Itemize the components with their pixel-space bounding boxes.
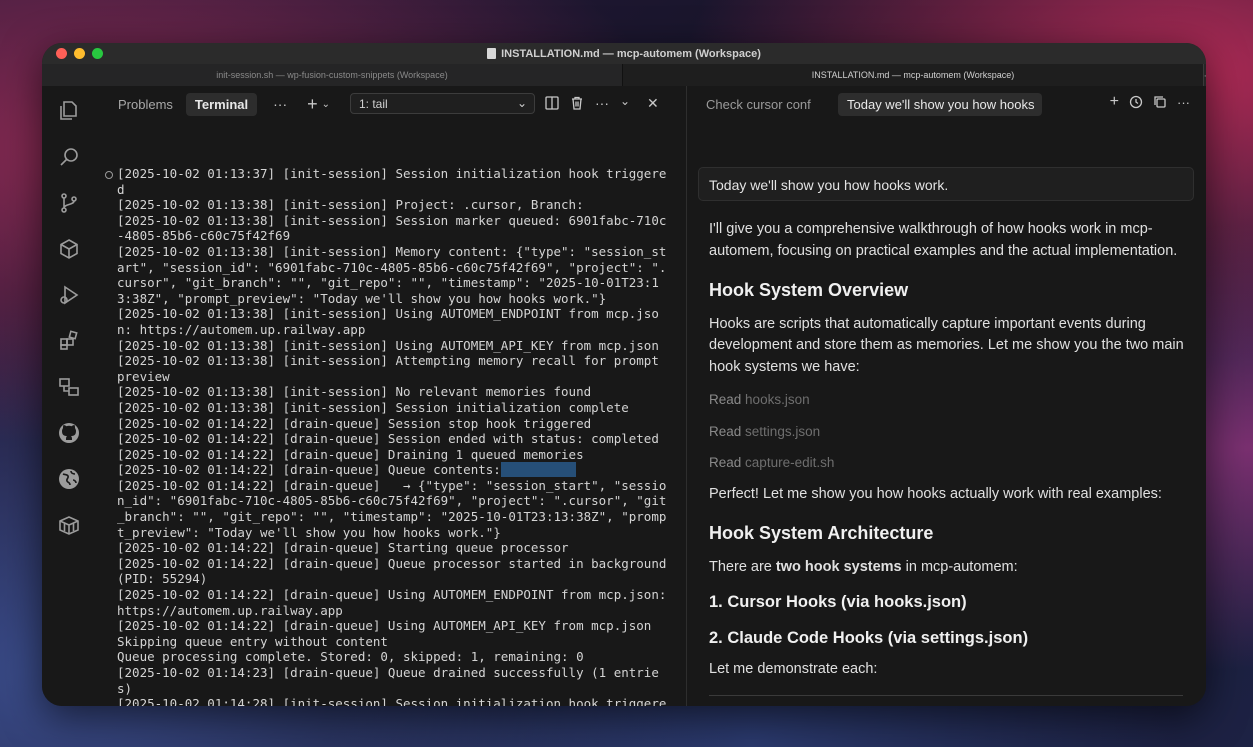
close-window-button[interactable] xyxy=(56,48,67,59)
terminal-line: [2025-10-02 01:13:38] [init-session] Mem… xyxy=(117,243,667,306)
chat-actions: + ··· xyxy=(1110,94,1190,112)
heading-claude-hooks: 2. Claude Code Hooks (via settings.json) xyxy=(709,628,1029,647)
read-file-settings[interactable]: Read settings.json xyxy=(709,421,1187,443)
tab-terminal[interactable]: Terminal xyxy=(185,92,258,116)
terminal-line: [2025-10-02 01:13:38] [init-session] Ses… xyxy=(117,399,629,415)
terminal-line: [2025-10-02 01:13:37] [init-session] Ses… xyxy=(117,166,667,197)
globe-icon[interactable] xyxy=(56,466,82,492)
paragraph-overview: Hooks are scripts that automatically cap… xyxy=(709,315,1184,375)
window-title-wrap: INSTALLATION.md — mcp-automem (Workspace… xyxy=(487,48,761,60)
copy-icon[interactable] xyxy=(1153,95,1167,112)
heading-cursor-hooks: 1. Cursor Hooks (via hooks.json) xyxy=(709,593,967,611)
paragraph-demo: Let me demonstrate each: xyxy=(709,661,878,677)
title-bar: INSTALLATION.md — mcp-automem (Workspace… xyxy=(42,43,1206,64)
package-icon[interactable] xyxy=(56,512,82,538)
window-controls xyxy=(56,48,103,59)
chat-panel: Check cursor conf Today we'll show you h… xyxy=(687,86,1206,706)
terminal-output[interactable]: [2025-10-02 01:13:37] [init-session] Ses… xyxy=(117,166,668,706)
command-decoration-icon[interactable] xyxy=(105,171,113,179)
extensions-icon[interactable] xyxy=(56,328,82,354)
read-file-capture-edit[interactable]: Read capture-edit.sh xyxy=(709,452,1187,474)
terminal-line: [2025-10-02 01:13:38] [init-session] Usi… xyxy=(117,337,659,353)
remote-explorer-icon[interactable] xyxy=(56,374,82,400)
terminal-panel: Problems Terminal ··· + ⌄ 1: tail ⌄ ··· … xyxy=(95,86,687,706)
window-title: INSTALLATION.md — mcp-automem (Workspace… xyxy=(501,47,761,60)
chat-more-icon[interactable]: ··· xyxy=(1177,95,1190,112)
terminal-line: [2025-10-02 01:14:23] [drain-queue] Queu… xyxy=(117,665,659,696)
app-window: INSTALLATION.md — mcp-automem (Workspace… xyxy=(42,43,1206,706)
explorer-icon[interactable] xyxy=(56,98,82,124)
paragraph-architecture: There are two hook systems in mcp-autome… xyxy=(709,558,1018,575)
terminal-selector[interactable]: 1: tail ⌄ xyxy=(350,93,535,114)
response-intro: I'll give you a comprehensive walkthroug… xyxy=(709,221,1178,259)
maximize-window-button[interactable] xyxy=(92,48,103,59)
cube-extension-icon[interactable] xyxy=(56,236,82,262)
chat-response: I'll give you a comprehensive walkthroug… xyxy=(709,219,1187,696)
workspace-tab-init-session[interactable]: init-session.sh — wp-fusion-custom-snipp… xyxy=(42,64,622,86)
workspace-tabs: init-session.sh — wp-fusion-custom-snipp… xyxy=(42,64,1206,87)
terminal-line: [2025-10-02 01:14:22] [drain-queue] Sess… xyxy=(117,431,659,447)
split-terminal-icon[interactable] xyxy=(545,96,559,110)
terminal-more-icon[interactable]: ··· xyxy=(595,95,609,111)
run-debug-icon[interactable] xyxy=(56,282,82,308)
terminal-line: [2025-10-02 01:13:38] [init-session] Att… xyxy=(117,353,667,384)
paragraph-perfect: Perfect! Let me show you how hooks actua… xyxy=(709,485,1162,502)
terminal-line: [2025-10-02 01:14:22] [drain-queue] → {"… xyxy=(117,477,667,540)
terminal-line: [2025-10-02 01:14:22] [drain-queue] Usin… xyxy=(117,587,674,618)
terminal-line: [2025-10-02 01:13:38] [init-session] No … xyxy=(117,384,592,400)
read-file-hooks[interactable]: Read hooks.json xyxy=(709,389,1187,411)
source-control-icon[interactable] xyxy=(56,190,82,216)
minimize-window-button[interactable] xyxy=(74,48,85,59)
terminal-line: [2025-10-02 01:14:22] [drain-queue] Drai… xyxy=(117,446,584,462)
divider xyxy=(709,694,1183,696)
chevron-down-icon[interactable]: ⌄ xyxy=(620,94,630,108)
terminal-line: [2025-10-02 01:14:22] [drain-queue] Queu… xyxy=(117,462,668,478)
text-selection xyxy=(500,462,577,478)
chat-tab-hooks[interactable]: Today we'll show you how hooks xyxy=(838,92,1042,116)
terminal-line: [2025-10-02 01:13:38] [init-session] Usi… xyxy=(117,306,659,337)
search-icon[interactable] xyxy=(56,144,82,170)
terminal-line: [2025-10-02 01:14:28] [init-session] Ses… xyxy=(117,696,667,706)
terminal-line: [2025-10-02 01:13:38] [init-session] Ses… xyxy=(117,212,667,244)
workspace-tab-installation[interactable]: INSTALLATION.md — mcp-automem (Workspace… xyxy=(622,64,1203,86)
chat-prompt-box[interactable]: Today we'll show you how hooks work. xyxy=(698,167,1194,201)
terminal-line: [2025-10-02 01:14:22] [drain-queue] Star… xyxy=(117,540,569,556)
heading-architecture: Hook System Architecture xyxy=(709,523,934,543)
terminal-line: [2025-10-02 01:13:38] [init-session] Pro… xyxy=(117,197,584,213)
trash-icon[interactable] xyxy=(570,96,584,110)
tab-problems[interactable]: Problems xyxy=(109,93,182,116)
new-workspace-tab-button[interactable]: + xyxy=(1203,64,1206,86)
new-chat-button[interactable]: + xyxy=(1110,94,1119,112)
history-icon[interactable] xyxy=(1129,95,1143,112)
terminal-selector-value: 1: tail xyxy=(359,96,388,111)
terminal-line: [2025-10-02 01:14:22] [drain-queue] Sess… xyxy=(117,415,592,431)
chevron-down-icon: ⌄ xyxy=(516,96,527,110)
chat-tab-check-cursor[interactable]: Check cursor conf xyxy=(706,97,824,112)
terminal-line: [2025-10-02 01:14:22] [drain-queue] Queu… xyxy=(117,555,674,587)
chevron-down-icon[interactable]: ⌄ xyxy=(322,99,330,110)
new-terminal-button[interactable]: + xyxy=(307,94,318,115)
panel-more-icon[interactable]: ··· xyxy=(273,96,287,112)
terminal-line: Queue processing complete. Stored: 0, sk… xyxy=(117,649,584,665)
github-icon[interactable] xyxy=(56,420,82,446)
terminal-line: [2025-10-02 01:14:22] [drain-queue] Usin… xyxy=(117,618,652,634)
activity-bar xyxy=(42,86,96,706)
heading-overview: Hook System Overview xyxy=(709,280,909,300)
file-icon xyxy=(487,48,497,59)
close-icon[interactable]: ✕ xyxy=(647,95,659,112)
terminal-line: Skipping queue entry without content xyxy=(117,633,388,649)
